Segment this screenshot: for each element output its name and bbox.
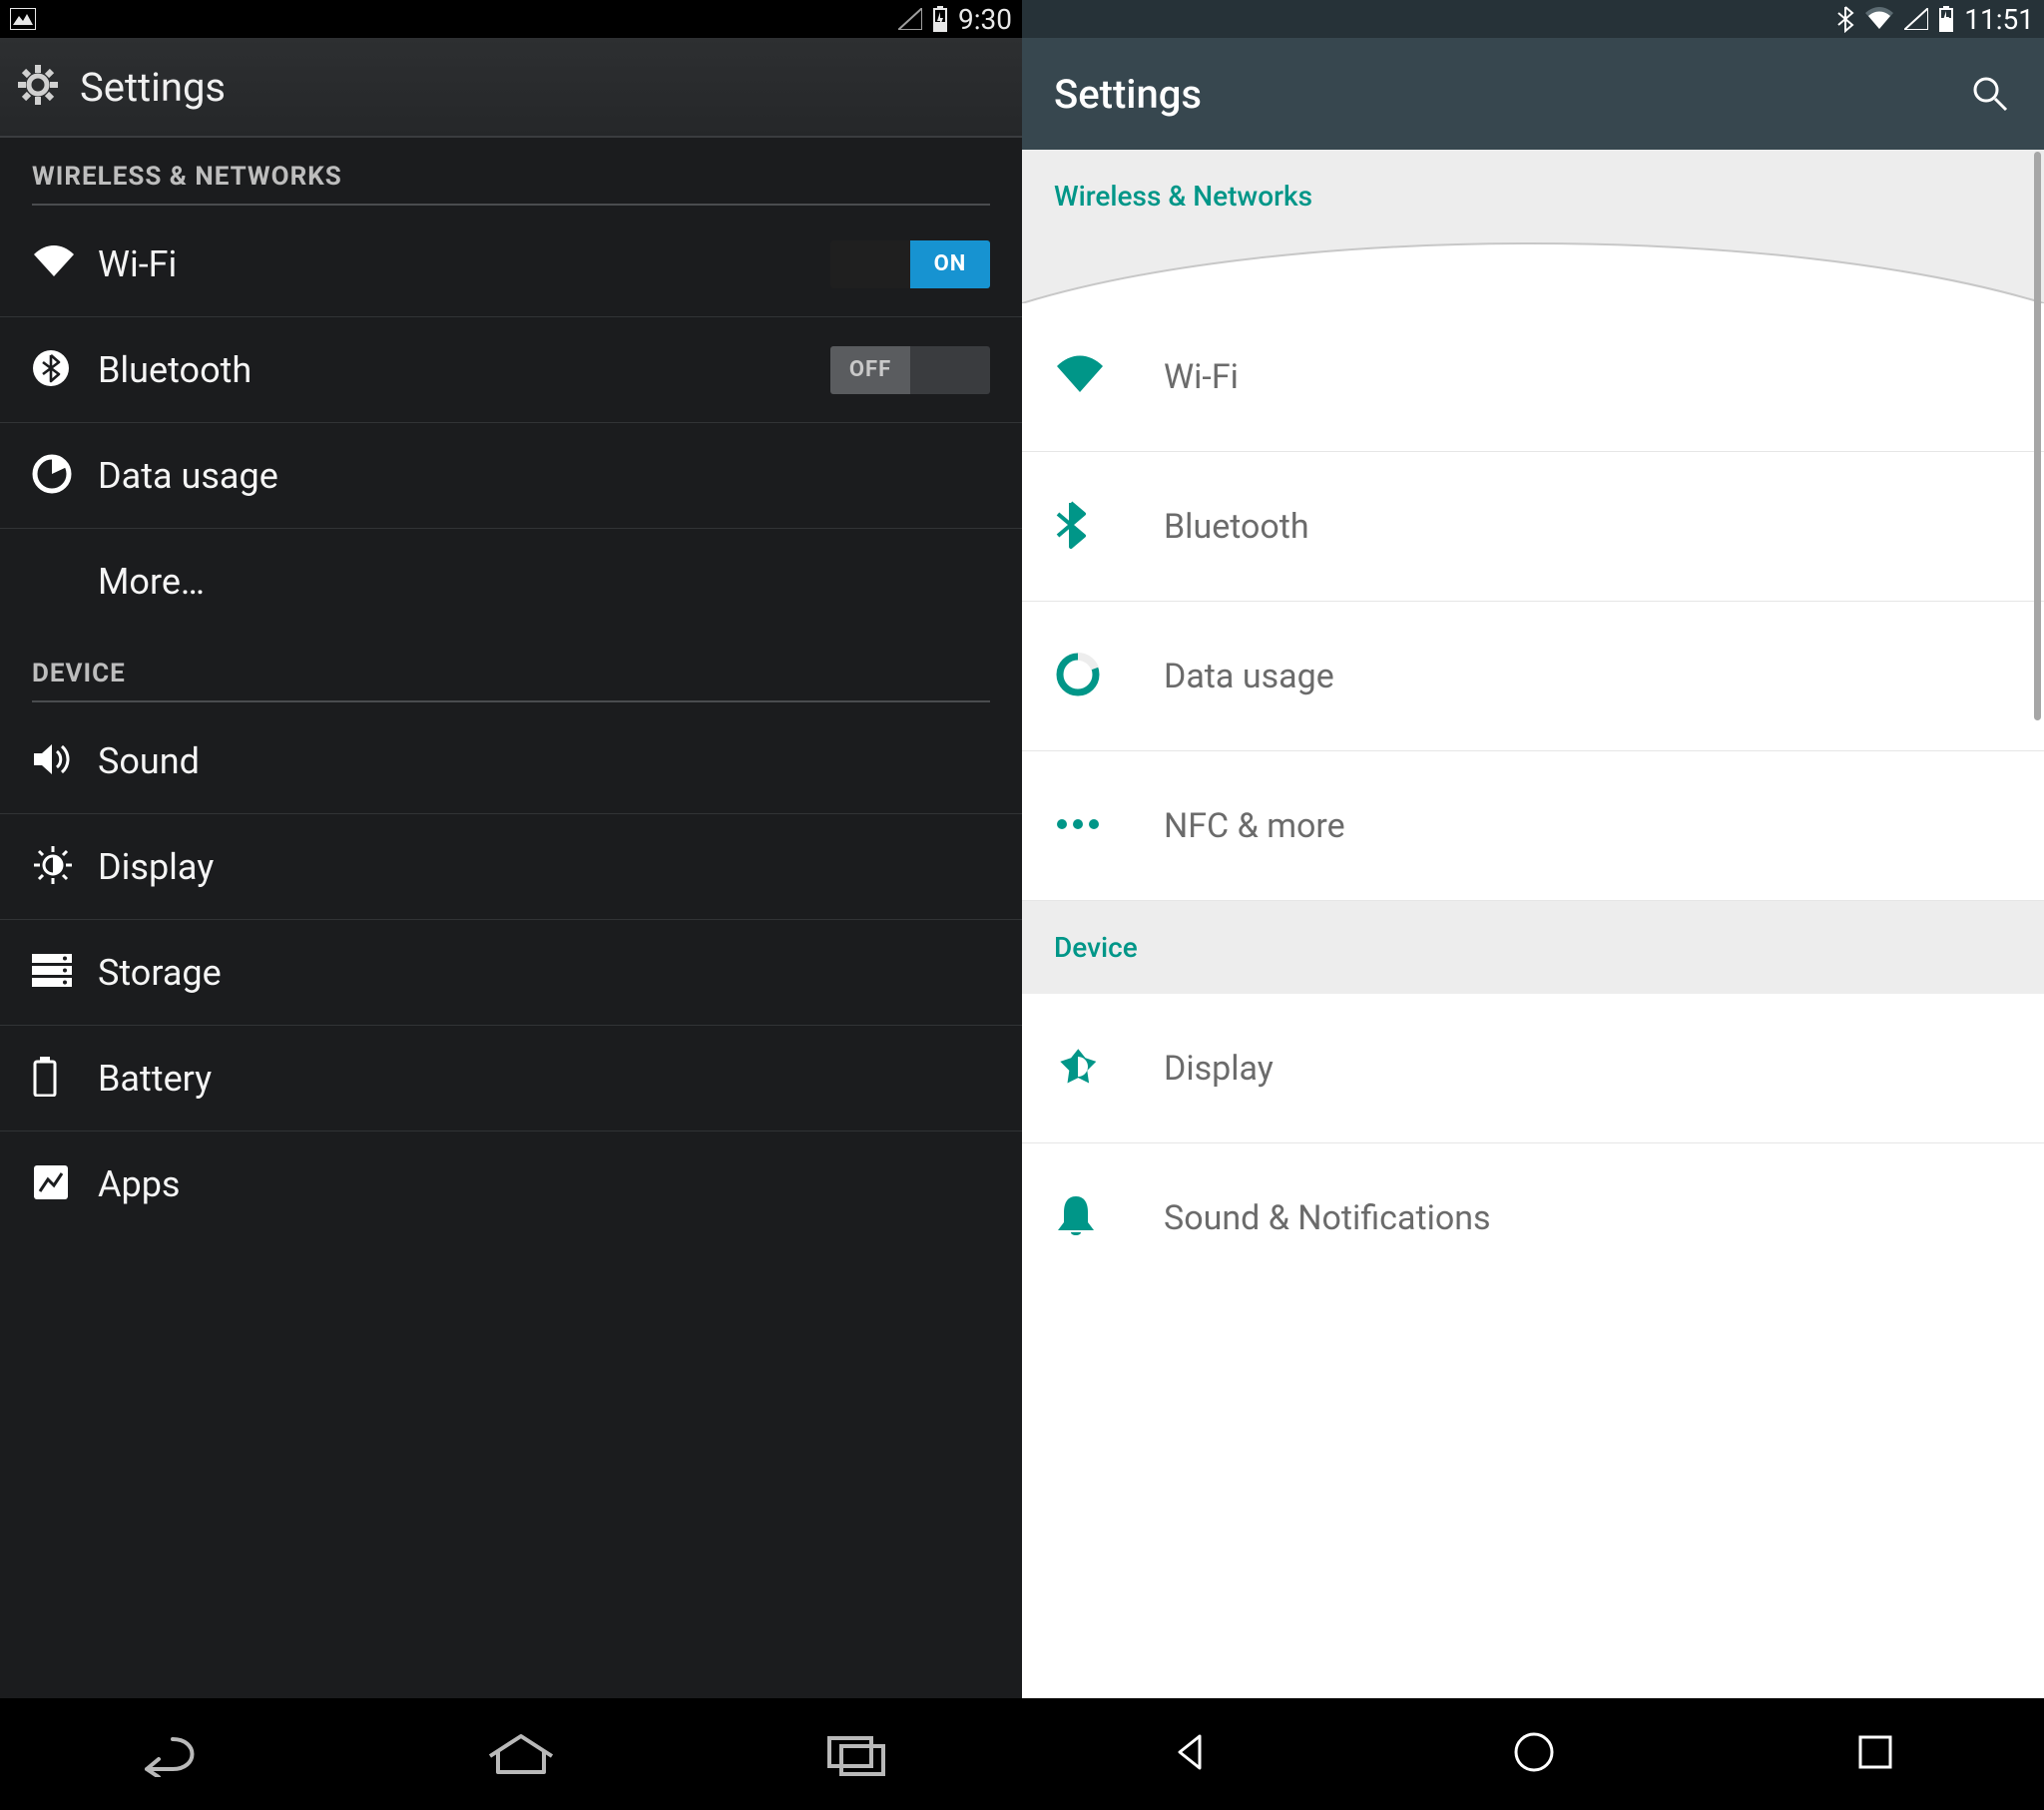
settings-row-bluetooth[interactable]: Bluetooth OFF	[0, 317, 1022, 423]
bluetooth-icon	[32, 349, 70, 391]
nav-back-icon[interactable]	[1170, 1730, 1214, 1778]
sound-icon	[32, 741, 74, 781]
nav-back-icon[interactable]	[133, 1731, 219, 1777]
bluetooth-icon	[1054, 500, 1088, 554]
row-label: Data usage	[98, 455, 990, 497]
settings-row-apps[interactable]: Apps	[0, 1131, 1022, 1237]
navigation-bar	[0, 1698, 1022, 1810]
scrollbar-thumb[interactable]	[2034, 152, 2041, 720]
settings-row-more[interactable]: More…	[0, 529, 1022, 635]
status-bar: 9:30	[0, 0, 1022, 38]
wifi-status-icon	[1864, 7, 1894, 31]
app-bar-title: Settings	[1054, 71, 1202, 118]
row-label: More…	[98, 561, 990, 603]
bluetooth-status-icon	[1836, 5, 1854, 33]
apps-icon	[32, 1163, 70, 1205]
row-label: Sound & Notifications	[1164, 1198, 1491, 1238]
app-bar: Settings	[0, 38, 1022, 138]
battery-icon	[32, 1057, 58, 1101]
app-bar-title: Settings	[80, 64, 226, 111]
navigation-bar	[1022, 1698, 2044, 1810]
bell-icon	[1054, 1192, 1098, 1244]
wifi-icon	[1054, 354, 1106, 400]
section-header-label: Wireless & Networks	[1054, 180, 1312, 213]
data-usage-icon	[32, 454, 72, 498]
settings-row-battery[interactable]: Battery	[0, 1026, 1022, 1131]
status-time: 11:51	[1964, 3, 2034, 36]
battery-charging-icon	[1938, 6, 1954, 32]
settings-row-sound[interactable]: Sound	[0, 708, 1022, 814]
row-label: Bluetooth	[1164, 507, 1309, 547]
search-button[interactable]	[1968, 72, 2012, 116]
storage-icon	[32, 954, 72, 992]
more-horizontal-icon	[1054, 816, 1102, 836]
phone-holo-dark: 9:30 Settings WIRELESS & NETWORKS Wi-Fi	[0, 0, 1022, 1810]
settings-row-sound-notifications[interactable]: Sound & Notifications	[1022, 1143, 2044, 1293]
cell-signal-icon	[898, 8, 922, 30]
battery-charging-icon	[932, 6, 948, 32]
toggle-off-label: OFF	[830, 346, 910, 394]
toggle-on-label: ON	[910, 240, 990, 288]
section-header-wireless: WIRELESS & NETWORKS	[0, 138, 1022, 204]
section-header-device: DEVICE	[0, 635, 1022, 700]
nav-recent-icon[interactable]	[823, 1732, 889, 1776]
settings-row-data-usage[interactable]: Data usage	[1022, 602, 2044, 751]
status-bar: 11:51	[1022, 0, 2044, 38]
status-time: 9:30	[958, 3, 1012, 36]
section-header-wireless: Wireless & Networks	[1022, 150, 2044, 302]
settings-row-bluetooth[interactable]: Bluetooth	[1022, 452, 2044, 602]
settings-row-nfc-more[interactable]: NFC & more	[1022, 751, 2044, 901]
settings-row-data-usage[interactable]: Data usage	[0, 423, 1022, 529]
row-label: Sound	[98, 740, 990, 782]
settings-row-wifi[interactable]: Wi-Fi	[1022, 302, 2044, 452]
section-header-device: Device	[1022, 901, 2044, 994]
app-bar: Settings	[1022, 38, 2044, 150]
row-label: Wi-Fi	[1164, 357, 1239, 397]
nav-home-icon[interactable]	[1510, 1728, 1558, 1780]
settings-row-display[interactable]: Display	[0, 814, 1022, 920]
row-label: Display	[1164, 1049, 1274, 1089]
nav-recent-icon[interactable]	[1854, 1731, 1896, 1777]
row-label: Data usage	[1164, 657, 1334, 696]
settings-row-display[interactable]: Display	[1022, 994, 2044, 1143]
section-header-label: Device	[1054, 931, 1138, 964]
phone-material-light: 11:51 Settings Wireless & Networks Wi-Fi	[1022, 0, 2044, 1810]
settings-row-wifi[interactable]: Wi-Fi ON	[0, 212, 1022, 317]
settings-row-storage[interactable]: Storage	[0, 920, 1022, 1026]
settings-gear-icon	[14, 61, 62, 113]
row-label: Battery	[98, 1058, 990, 1100]
row-label: Apps	[98, 1163, 990, 1205]
row-label: Display	[98, 846, 990, 888]
display-brightness-icon	[1054, 1043, 1102, 1095]
data-usage-icon	[1054, 651, 1102, 702]
row-label: Storage	[98, 952, 990, 994]
display-brightness-icon	[32, 844, 74, 890]
row-label: Bluetooth	[98, 349, 830, 391]
cell-signal-icon	[1904, 8, 1928, 30]
nav-home-icon[interactable]	[484, 1732, 558, 1776]
row-label: NFC & more	[1164, 806, 1345, 846]
curve-decoration	[1022, 233, 2044, 303]
wifi-toggle[interactable]: ON	[830, 240, 990, 288]
bluetooth-toggle[interactable]: OFF	[830, 346, 990, 394]
row-label: Wi-Fi	[98, 243, 830, 285]
wifi-icon	[32, 244, 76, 284]
notification-icon	[10, 8, 36, 30]
